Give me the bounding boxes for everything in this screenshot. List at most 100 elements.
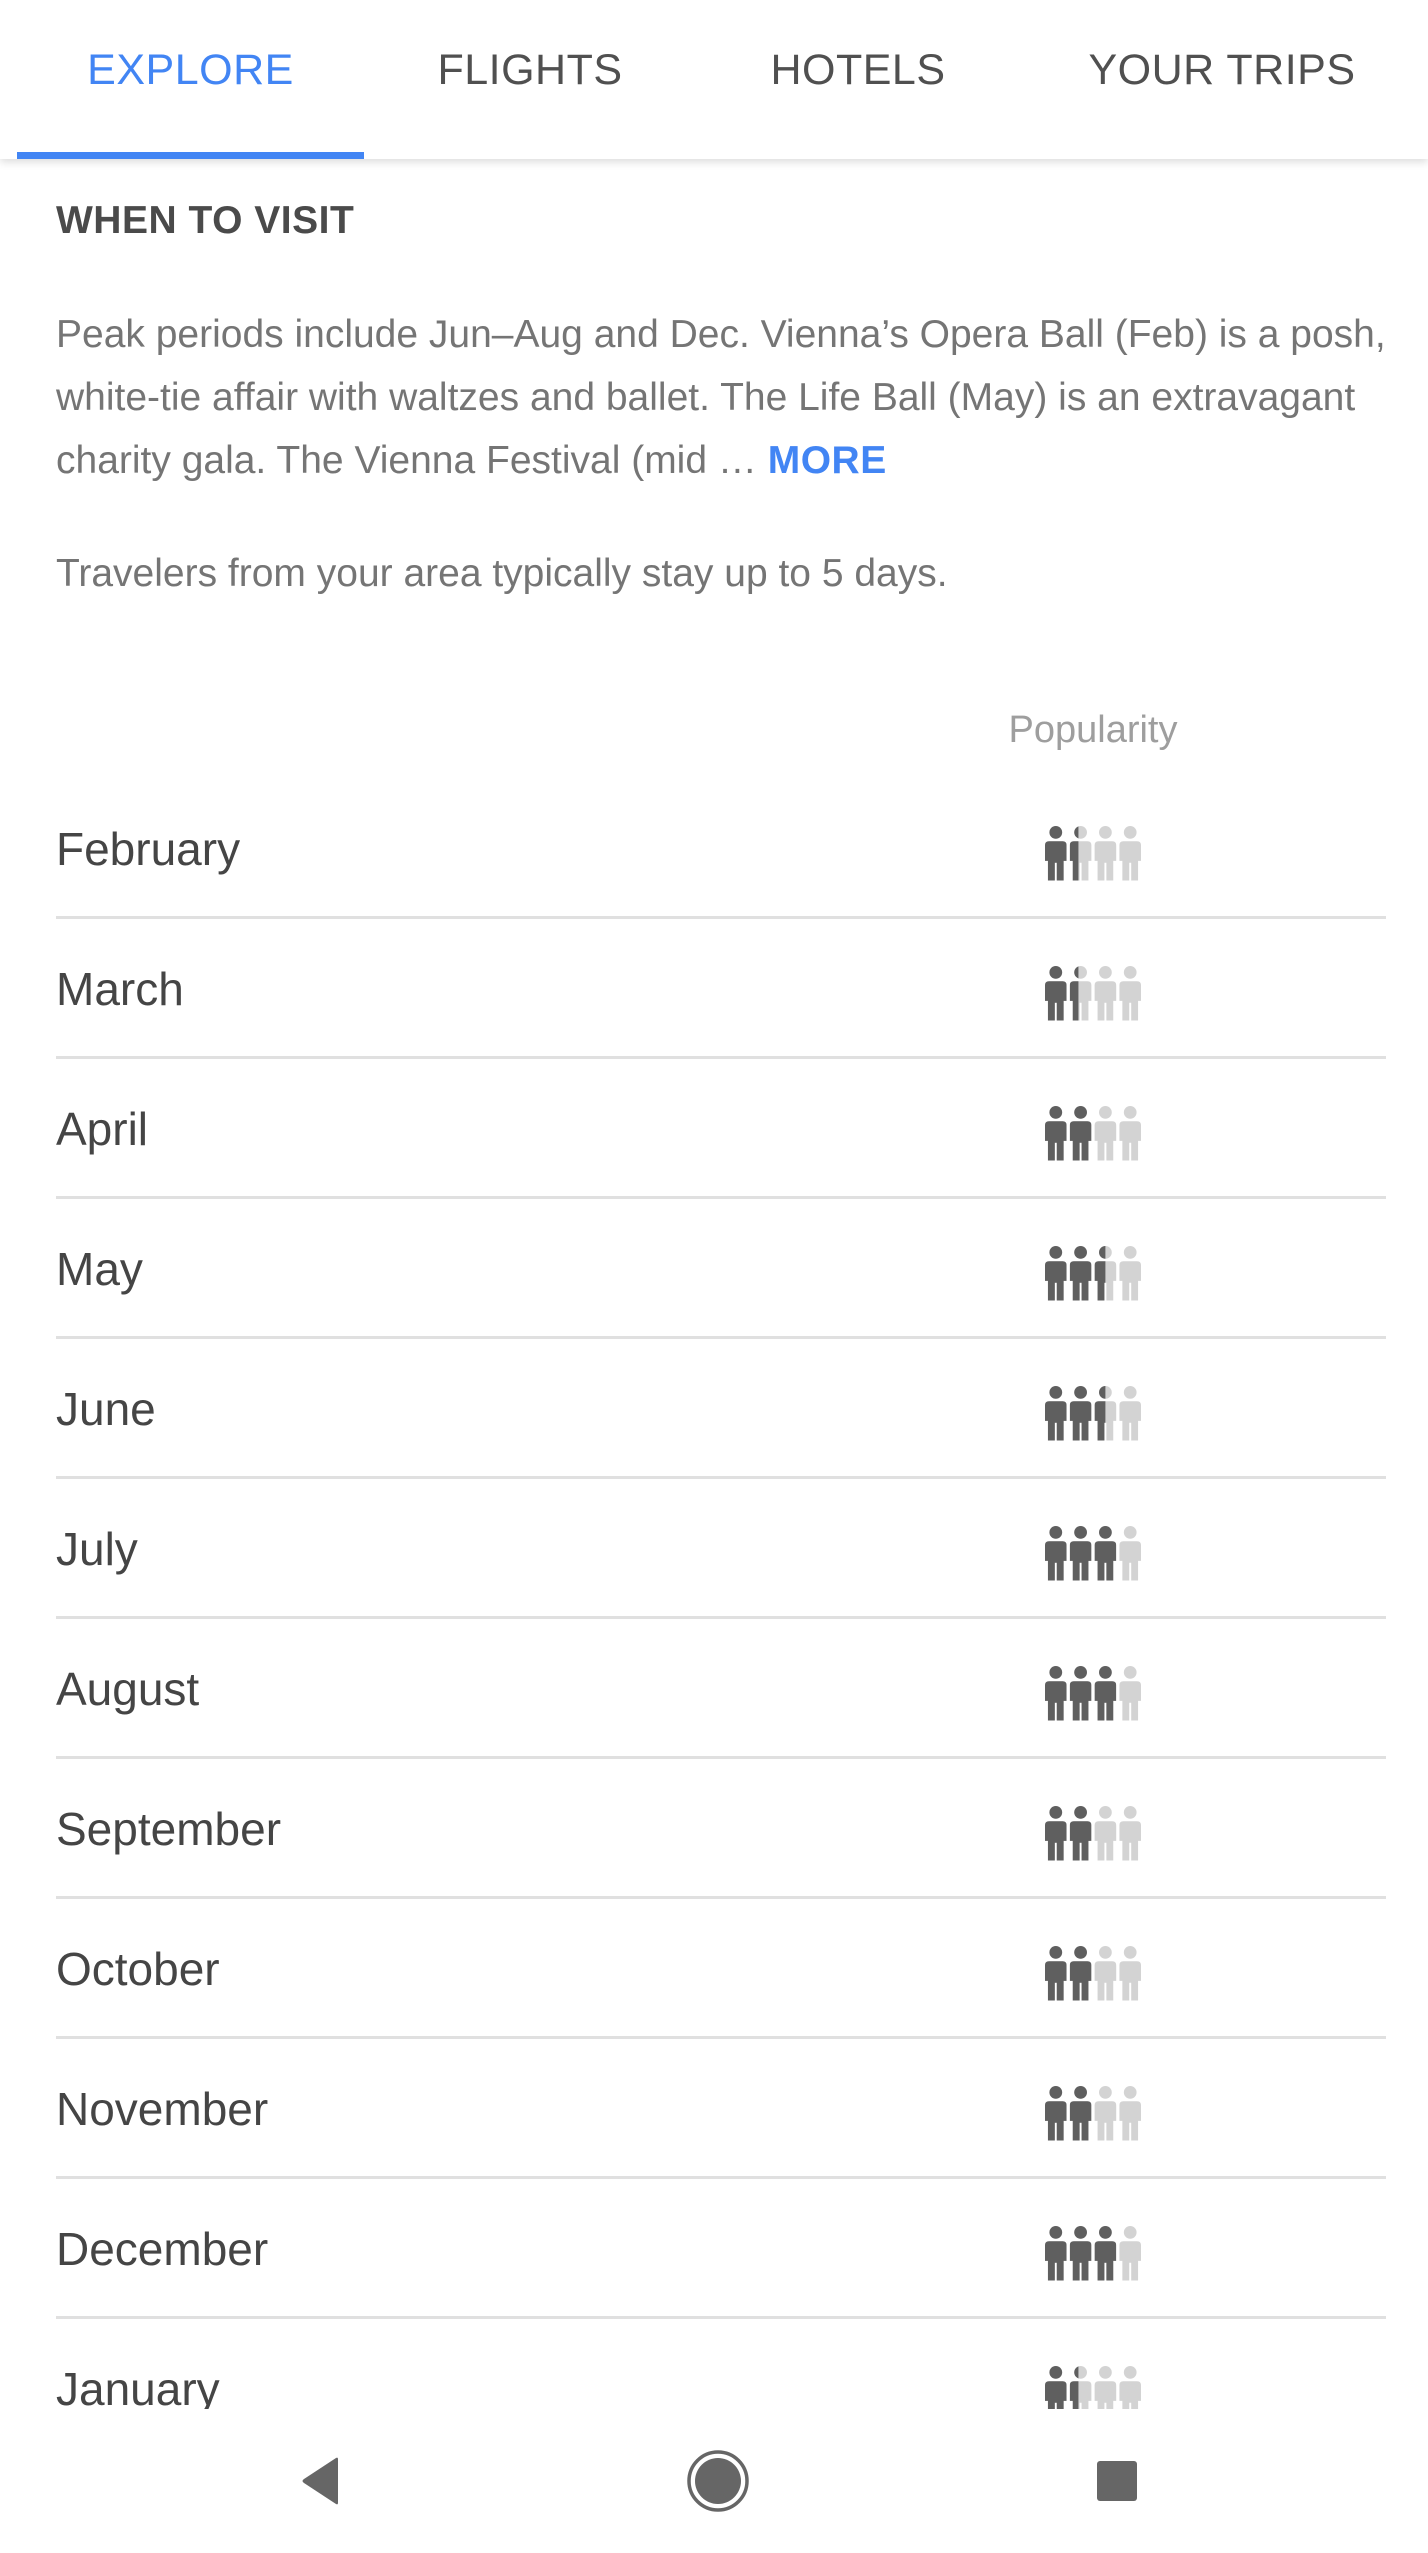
home-button[interactable] xyxy=(648,2409,788,2553)
person-icon xyxy=(1045,2226,1067,2281)
person-icon xyxy=(1094,1106,1117,1161)
month-row: August xyxy=(56,1619,1386,1759)
month-row: January xyxy=(56,2319,1386,2409)
person-icon xyxy=(1045,2366,1067,2409)
person-icon xyxy=(1045,966,1067,1021)
month-row: March xyxy=(56,919,1386,1059)
person-icon xyxy=(1094,1246,1117,1301)
month-row: October xyxy=(56,1899,1386,2039)
person-icon xyxy=(1069,826,1092,881)
top-tab-bar: EXPLORE FLIGHTS HOTELS YOUR TRIPS xyxy=(0,0,1428,159)
back-button[interactable] xyxy=(250,2409,390,2553)
person-icon xyxy=(1069,1946,1092,2001)
month-row: May xyxy=(56,1199,1386,1339)
recents-square-icon xyxy=(1097,2461,1137,2501)
person-icon xyxy=(1094,2366,1117,2409)
month-row: September xyxy=(56,1759,1386,1899)
person-icon xyxy=(1069,1386,1092,1441)
popularity-icon xyxy=(1045,1666,1141,1721)
person-icon xyxy=(1094,1666,1117,1721)
person-icon xyxy=(1094,2226,1117,2281)
person-icon xyxy=(1069,2086,1092,2141)
month-name: April xyxy=(56,1103,149,1155)
more-link[interactable]: MORE xyxy=(768,439,887,482)
popularity-icon xyxy=(1045,2226,1141,2281)
person-icon xyxy=(1119,966,1141,1021)
person-icon xyxy=(1045,1246,1067,1301)
person-icon xyxy=(1045,1666,1067,1721)
person-icon xyxy=(1119,2366,1141,2409)
person-icon xyxy=(1069,1666,1092,1721)
person-icon xyxy=(1119,2086,1141,2141)
person-icon xyxy=(1045,2086,1067,2141)
person-icon xyxy=(1119,1946,1141,2001)
person-icon xyxy=(1119,1386,1141,1441)
popularity-icon xyxy=(1045,1106,1141,1161)
tab-your-trips[interactable]: YOUR TRIPS xyxy=(1020,0,1424,159)
month-name: February xyxy=(56,823,241,875)
popularity-icon xyxy=(1045,966,1141,1021)
month-name: January xyxy=(56,2363,220,2409)
person-icon xyxy=(1119,1666,1141,1721)
person-icon xyxy=(1119,2226,1141,2281)
person-icon xyxy=(1045,1526,1067,1581)
person-icon xyxy=(1094,1386,1117,1441)
person-icon xyxy=(1119,1526,1141,1581)
person-icon xyxy=(1045,826,1067,881)
person-icon xyxy=(1094,1946,1117,2001)
stay-duration-note: Travelers from your area typically stay … xyxy=(56,552,948,595)
month-name: May xyxy=(56,1243,143,1295)
month-name: December xyxy=(56,2223,269,2275)
popularity-icon xyxy=(1045,1946,1141,2001)
home-circle-icon xyxy=(687,2450,749,2512)
tab-explore[interactable]: EXPLORE xyxy=(17,0,364,159)
system-navigation-bar xyxy=(0,2409,1428,2553)
popularity-icon xyxy=(1045,1386,1141,1441)
month-row: June xyxy=(56,1339,1386,1479)
month-name: July xyxy=(56,1523,138,1575)
person-icon xyxy=(1119,1106,1141,1161)
tab-flights[interactable]: FLIGHTS xyxy=(364,0,696,159)
popularity-header: Popularity xyxy=(1008,709,1178,751)
active-tab-indicator xyxy=(17,152,364,159)
month-row: April xyxy=(56,1059,1386,1199)
person-icon xyxy=(1045,1386,1067,1441)
person-icon xyxy=(1069,1246,1092,1301)
month-row: November xyxy=(56,2039,1386,2179)
month-name: November xyxy=(56,2083,269,2135)
person-icon xyxy=(1094,826,1117,881)
person-icon xyxy=(1094,1806,1117,1861)
section-title: WHEN TO VISIT xyxy=(56,199,355,242)
popularity-icon xyxy=(1045,1526,1141,1581)
person-icon xyxy=(1045,1106,1067,1161)
person-icon xyxy=(1069,2226,1092,2281)
month-name: September xyxy=(56,1803,282,1855)
tab-hotels[interactable]: HOTELS xyxy=(696,0,1020,159)
person-icon xyxy=(1069,2366,1092,2409)
month-name: June xyxy=(56,1383,156,1435)
person-icon xyxy=(1119,1246,1141,1301)
month-row: December xyxy=(56,2179,1386,2319)
popularity-icon xyxy=(1045,1246,1141,1301)
person-icon xyxy=(1045,1806,1067,1861)
person-icon xyxy=(1119,826,1141,881)
when-to-visit-section: WHEN TO VISIT Peak periods include Jun–A… xyxy=(0,159,1428,2409)
popularity-icon xyxy=(1045,826,1141,881)
month-list: February March April May June July Augus… xyxy=(56,779,1386,2409)
month-name: August xyxy=(56,1663,200,1715)
month-name: October xyxy=(56,1943,220,1995)
month-row: February xyxy=(56,779,1386,919)
person-icon xyxy=(1069,1106,1092,1161)
person-icon xyxy=(1119,1806,1141,1861)
person-icon xyxy=(1045,1946,1067,2001)
recents-button[interactable] xyxy=(1047,2409,1187,2553)
person-icon xyxy=(1094,1526,1117,1581)
popularity-icon xyxy=(1045,1806,1141,1861)
popularity-icon xyxy=(1045,2366,1141,2409)
month-name: March xyxy=(56,963,184,1015)
person-icon xyxy=(1094,2086,1117,2141)
person-icon xyxy=(1069,1806,1092,1861)
description-body: Peak periods include Jun–Aug and Dec. Vi… xyxy=(56,313,1386,482)
person-icon xyxy=(1094,966,1117,1021)
description-text: Peak periods include Jun–Aug and Dec. Vi… xyxy=(56,303,1386,492)
